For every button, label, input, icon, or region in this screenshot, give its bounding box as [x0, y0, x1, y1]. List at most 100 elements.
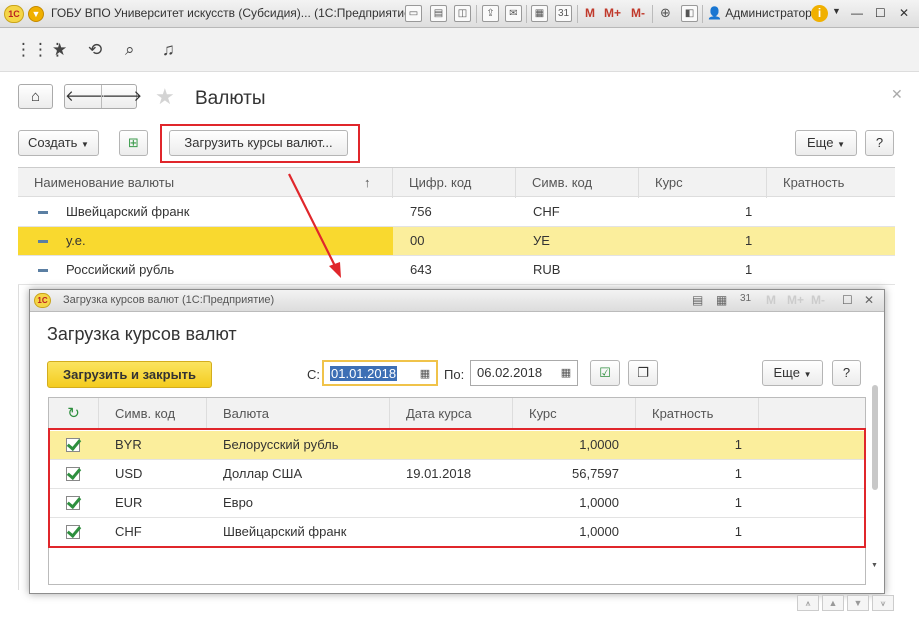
column-header-ratio[interactable]: Кратность: [636, 398, 759, 430]
split-view-icon[interactable]: ◧: [681, 5, 698, 22]
memory-minus-button[interactable]: М-: [631, 6, 645, 20]
create-button[interactable]: Создать ▼: [18, 130, 99, 156]
table-row-selected[interactable]: у.е. 00 УЕ 1: [18, 227, 895, 256]
scroll-bottom-icon[interactable]: ⩛: [872, 595, 894, 611]
scroll-top-icon[interactable]: ⩚: [797, 595, 819, 611]
minimize-icon[interactable]: —: [851, 6, 863, 20]
column-header-symbol-code[interactable]: Симв. код: [516, 168, 639, 198]
cell-symbol-code: RUB: [533, 262, 561, 277]
table-row[interactable]: Швейцарский франк 756 CHF 1: [18, 198, 895, 227]
cell-rate: 1: [745, 233, 753, 248]
memory-plus-button[interactable]: М+: [787, 293, 804, 307]
print-icon[interactable]: ▤: [430, 5, 447, 22]
info-icon[interactable]: i: [811, 5, 828, 22]
forward-arrow-icon[interactable]: 🡒: [102, 85, 142, 108]
scroll-down-icon[interactable]: ▼: [871, 562, 878, 569]
dropdown-arrow-icon: ▼: [837, 140, 845, 149]
column-header-rate-date[interactable]: Дата курса: [390, 398, 513, 430]
dialog-more-button[interactable]: Еще ▼: [762, 360, 823, 386]
scroll-down-icon[interactable]: ▼: [847, 595, 869, 611]
cell-digital-code: 643: [410, 262, 432, 277]
close-dialog-icon[interactable]: ✕: [864, 293, 874, 307]
zoom-icon[interactable]: ⊕: [657, 5, 674, 22]
toolbar-separator: [702, 5, 703, 23]
back-arrow-icon[interactable]: 🡐: [65, 85, 105, 108]
more-label: Еще: [807, 135, 834, 150]
help-button[interactable]: ?: [865, 130, 894, 156]
to-date-value: 06.02.2018: [477, 365, 543, 380]
memory-button[interactable]: М: [585, 6, 595, 20]
add-favorite-star-icon[interactable]: ★: [155, 84, 175, 110]
currency-element-icon: [38, 211, 48, 214]
cell-digital-code: 00: [410, 233, 425, 248]
maximize-icon[interactable]: ☐: [875, 6, 886, 20]
column-header-ratio[interactable]: Кратность: [767, 168, 895, 198]
notifications-bell-icon[interactable]: ♫: [162, 40, 175, 60]
cell-name: Российский рубль: [66, 262, 175, 277]
cell-rate: 1: [745, 262, 753, 277]
cell-symbol-code: УЕ: [533, 233, 550, 248]
user-name: Администратор: [725, 6, 812, 20]
dialog-help-button[interactable]: ?: [832, 360, 861, 386]
load-and-close-button[interactable]: Загрузить и закрыть: [47, 361, 212, 388]
more-button[interactable]: Еще ▼: [795, 130, 857, 156]
more-label: Еще: [773, 365, 800, 380]
from-date-value: 01.01.2018: [330, 366, 398, 381]
main-menu-icon[interactable]: ▼: [28, 6, 44, 22]
home-icon: ⌂: [30, 88, 41, 105]
app-title: ГОБУ ВПО Университет искусств (Субсидия)…: [51, 6, 415, 20]
attach-icon[interactable]: ⇪: [482, 5, 499, 22]
print-icon[interactable]: ▤: [692, 293, 703, 307]
currency-element-icon: [38, 269, 48, 272]
mail-icon[interactable]: ✉: [505, 5, 522, 22]
toolbar-separator: [526, 5, 527, 23]
history-icon[interactable]: ⟲: [88, 40, 102, 60]
memory-minus-button[interactable]: М-: [811, 293, 825, 307]
vertical-scrollbar[interactable]: [872, 385, 878, 490]
cell-rate: 1: [745, 204, 753, 219]
copy-button[interactable]: ❐: [628, 360, 658, 386]
calculator-icon[interactable]: ▦: [716, 293, 727, 307]
column-header-digital-code[interactable]: Цифр. код: [393, 168, 516, 198]
memory-plus-button[interactable]: М+: [604, 6, 621, 20]
table-row[interactable]: Российский рубль 643 RUB 1: [18, 256, 895, 285]
check-all-icon: ☑: [599, 365, 611, 380]
app-logo-icon: 1С: [34, 293, 51, 308]
select-all-button[interactable]: ☑: [590, 360, 620, 386]
home-button[interactable]: ⌂: [18, 84, 53, 109]
search-icon[interactable]: ⌕: [125, 40, 135, 60]
memory-button[interactable]: М: [766, 293, 776, 307]
column-header-rate[interactable]: Курс: [513, 398, 636, 430]
calendar-icon[interactable]: 31: [555, 5, 572, 22]
cell-name: Швейцарский франк: [66, 204, 190, 219]
to-date-field[interactable]: 06.02.2018 ▦: [470, 360, 578, 386]
refresh-icon[interactable]: ↻: [49, 398, 99, 430]
to-label: По:: [444, 367, 465, 382]
add-document-icon: ⊞: [128, 135, 139, 150]
current-user[interactable]: 👤 Администратор: [707, 6, 812, 20]
info-dropdown-icon[interactable]: ▼: [832, 6, 841, 16]
save-icon[interactable]: ▭: [405, 5, 422, 22]
load-rates-button[interactable]: Загрузить курсы валют...: [169, 130, 348, 156]
close-window-icon[interactable]: ✕: [899, 6, 909, 20]
page-title: Валюты: [195, 88, 266, 109]
section-toolbar: ⋮⋮⋮ ★ ⟲ ⌕ ♫: [0, 28, 919, 72]
maximize-icon[interactable]: ☐: [842, 293, 853, 307]
preview-icon[interactable]: ◫: [454, 5, 471, 22]
column-header-symbol-code[interactable]: Симв. код: [99, 398, 207, 430]
cell-name: у.е.: [66, 233, 86, 248]
calculator-icon[interactable]: ▦: [531, 5, 548, 22]
calendar-icon[interactable]: 31: [740, 293, 751, 304]
nav-buttons: 🡐 🡒: [64, 84, 142, 109]
rates-table-header: ↻ Симв. код Валюта Дата курса Курс Кратн…: [49, 398, 865, 430]
from-date-field[interactable]: 01.01.2018 ▦: [322, 360, 438, 386]
column-header-currency[interactable]: Валюта: [207, 398, 390, 430]
scroll-up-icon[interactable]: ▲: [822, 595, 844, 611]
calendar-picker-icon[interactable]: ▦: [558, 365, 574, 381]
copy-create-button[interactable]: ⊞: [119, 130, 148, 156]
currency-element-icon: [38, 240, 48, 243]
close-form-icon[interactable]: ✕: [891, 86, 903, 103]
favorites-star-icon[interactable]: ★: [52, 40, 67, 60]
column-header-rate[interactable]: Курс: [639, 168, 767, 198]
calendar-picker-icon[interactable]: ▦: [417, 366, 433, 382]
